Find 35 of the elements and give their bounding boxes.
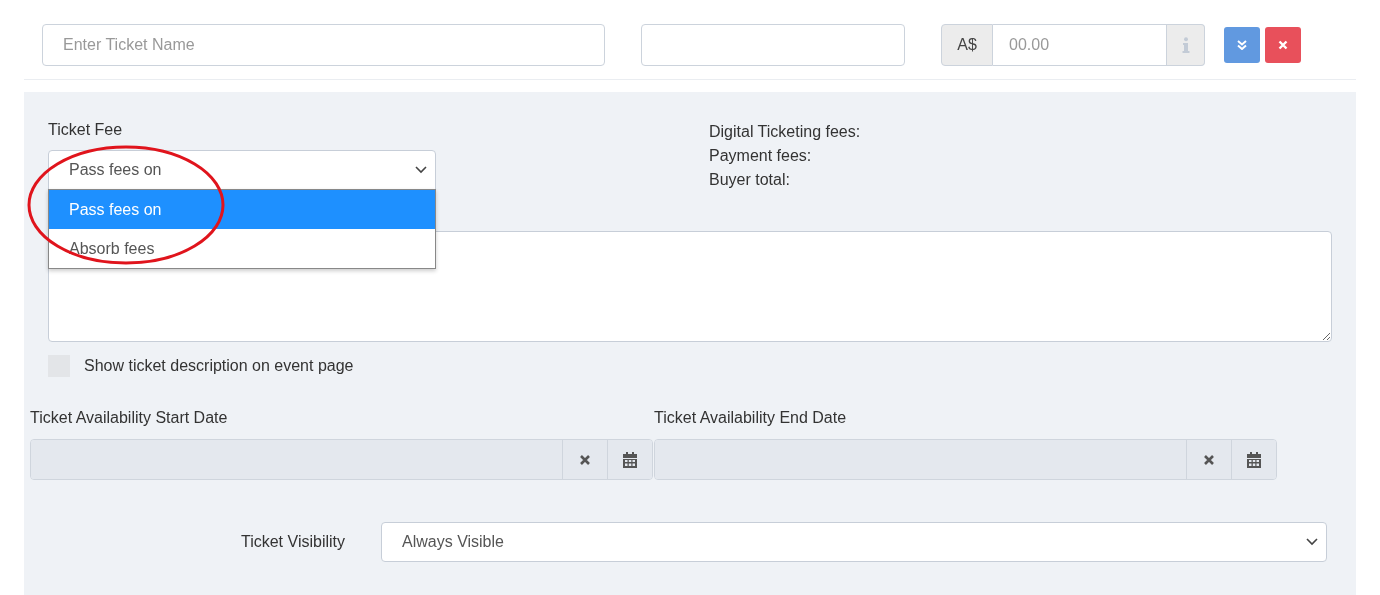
clear-button[interactable] xyxy=(562,440,607,479)
info-addon[interactable] xyxy=(1167,24,1205,66)
price-field[interactable]: 00.00 xyxy=(993,24,1167,66)
field-label: Ticket Fee xyxy=(48,120,124,140)
fee-label: Payment fees: xyxy=(709,146,813,166)
fee-label: Buyer total: xyxy=(709,170,791,190)
fee-label: Digital Ticketing fees: xyxy=(709,122,861,142)
dropdown-value: Pass fees on xyxy=(69,161,162,179)
close-icon xyxy=(1278,40,1288,50)
dropdown-value: Always Visible xyxy=(402,533,504,551)
expand-button[interactable] xyxy=(1224,27,1260,63)
double-chevron-icon xyxy=(1237,40,1247,50)
calendar-icon xyxy=(623,451,637,468)
checkbox-label: Show ticket description on event page xyxy=(84,357,354,375)
ticket-name-field[interactable]: Enter Ticket Name xyxy=(42,24,605,66)
calendar-button[interactable] xyxy=(1231,440,1276,479)
currency-label: A$ xyxy=(941,24,993,66)
close-icon xyxy=(1203,453,1215,466)
field-label: Ticket Visibility xyxy=(239,533,345,551)
dropdown-option[interactable]: Absorb fees xyxy=(49,229,435,268)
remove-button[interactable] xyxy=(1265,27,1301,63)
info-icon xyxy=(1181,37,1190,53)
caret-icon xyxy=(1306,538,1318,546)
calendar-icon xyxy=(1247,451,1261,468)
calendar-button[interactable] xyxy=(607,440,652,479)
visibility-dropdown[interactable]: Always Visible xyxy=(381,522,1327,562)
close-icon xyxy=(579,453,591,466)
caret-icon xyxy=(415,166,427,174)
date-field[interactable] xyxy=(30,439,653,480)
field-label: Ticket Availability End Date xyxy=(654,408,848,428)
field-label: Ticket Availability Start Date xyxy=(30,408,229,428)
ticket-quantity-field[interactable] xyxy=(641,24,905,66)
fee-dropdown[interactable]: Pass fees on xyxy=(48,150,436,190)
date-field[interactable] xyxy=(654,439,1277,480)
clear-button[interactable] xyxy=(1186,440,1231,479)
